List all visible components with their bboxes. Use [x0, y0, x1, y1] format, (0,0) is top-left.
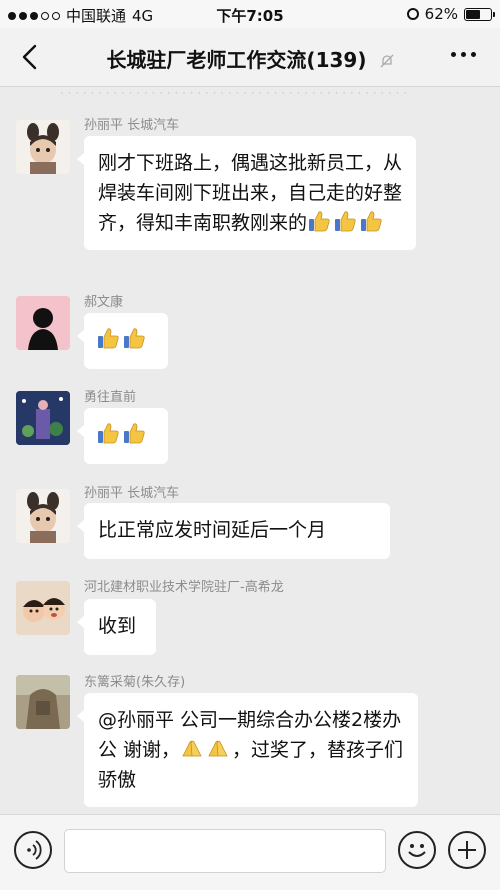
message-bubble[interactable]: 收到 [77, 599, 156, 655]
title-wrap: 长城驻厂老师工作交流(139) [0, 44, 500, 73]
battery-icon [464, 7, 495, 21]
clapping-hands-icon [180, 736, 204, 760]
status-right: 62% [406, 5, 495, 23]
sender-name: 东篱采菊(朱久存) [84, 675, 186, 690]
emoji-icon [408, 844, 426, 857]
voice-input-button[interactable] [14, 831, 52, 869]
chat-title: 长城驻厂老师工作交流(139) [106, 48, 367, 72]
plus-icon [458, 841, 476, 859]
sender-name: 孙丽平 长城汽车 [84, 486, 180, 501]
message-bubble[interactable]: 比正常应发时间延后一个月 [77, 503, 390, 559]
thumbs-up-group [96, 326, 148, 351]
avatar[interactable] [16, 581, 70, 635]
more-options-icon[interactable] [451, 52, 476, 57]
sender-name: 郝文康 [84, 295, 124, 310]
message-text: 收到 [98, 615, 137, 637]
faded-scrolled-text: · · · · · · · · · · · · · · · · · · · · … [60, 86, 408, 98]
avatar[interactable] [16, 120, 70, 174]
avatar[interactable] [16, 489, 70, 543]
thumbs-up-icon [333, 209, 357, 233]
thumbs-up-icon [122, 421, 146, 445]
input-bar [0, 814, 500, 890]
mute-bell-icon [380, 54, 394, 68]
chat-header: 长城驻厂老师工作交流(139) [0, 28, 500, 87]
voice-icon [27, 840, 42, 860]
thumbs-up-group [307, 209, 385, 234]
thumbs-up-icon [359, 209, 383, 233]
avatar[interactable] [16, 391, 70, 445]
avatar[interactable] [16, 675, 70, 729]
message-bubble[interactable] [77, 313, 168, 369]
thumbs-up-icon [122, 326, 146, 350]
battery-percent: 62% [424, 5, 458, 23]
emoji-button[interactable] [398, 831, 436, 869]
status-bar: 中国联通 4G 下午7:05 62% [0, 0, 500, 28]
sender-name: 勇往直前 [84, 390, 137, 405]
more-actions-button[interactable] [448, 831, 486, 869]
thumbs-up-group [96, 421, 148, 446]
avatar[interactable] [16, 296, 70, 350]
alarm-icon [406, 8, 419, 20]
message-input[interactable] [64, 829, 386, 873]
sender-name: 孙丽平 长城汽车 [84, 118, 180, 133]
sender-name: 河北建材职业技术学院驻厂-高希龙 [84, 580, 284, 595]
thumbs-up-icon [96, 421, 120, 445]
message-bubble[interactable] [77, 408, 168, 464]
message-bubble[interactable]: @孙丽平 公司一期综合办公楼2楼办公 谢谢， ，过奖了，替孩子们骄傲 [77, 693, 418, 807]
thumbs-up-icon [96, 326, 120, 350]
clap-hands-group [180, 739, 232, 761]
message-text: 比正常应发时间延后一个月 [98, 519, 327, 541]
message-bubble[interactable]: 刚才下班路上，偶遇这批新员工，从焊装车间刚下班出来，自己走的好整齐，得知丰南职教… [77, 136, 416, 250]
thumbs-up-icon [307, 209, 331, 233]
clapping-hands-icon [206, 736, 230, 760]
